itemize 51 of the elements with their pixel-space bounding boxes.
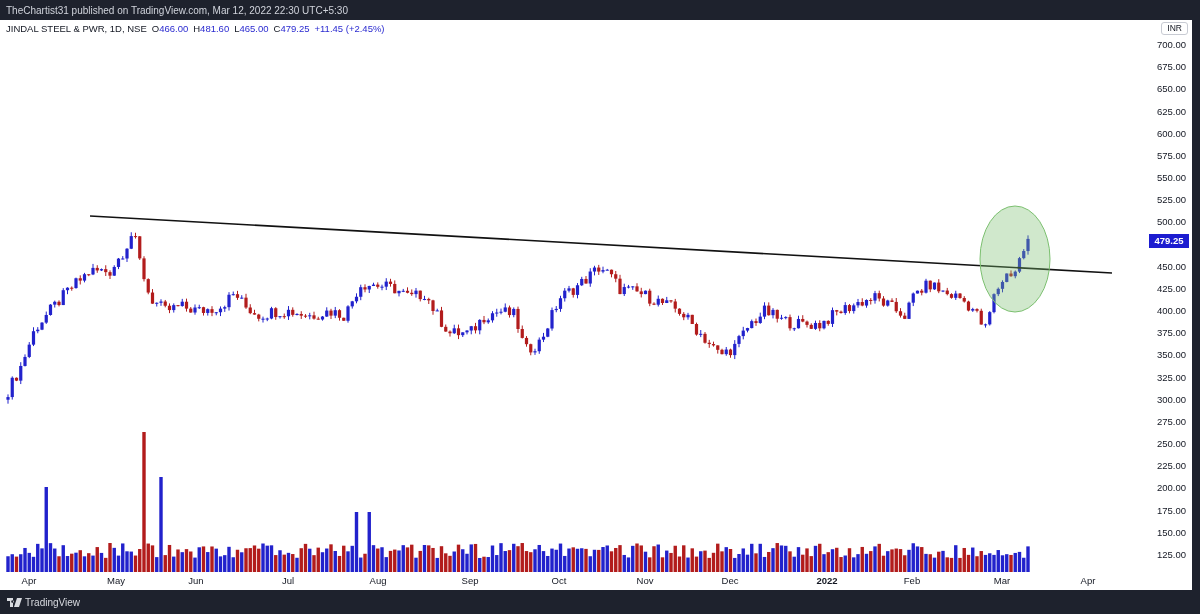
price-label: 500.00 [1156,215,1186,230]
price-label: 525.00 [1156,193,1186,208]
currency-label: INR [1161,22,1188,35]
price-label: 375.00 [1156,326,1186,341]
price-label: 150.00 [1156,525,1186,540]
time-label: Nov [635,575,655,586]
price-label: 575.00 [1156,148,1186,163]
price-label: 225.00 [1156,459,1186,474]
time-label: Sep [460,575,480,586]
time-label: Apr [1079,575,1097,586]
price-label: 425.00 [1156,281,1186,296]
logo-icon [7,597,22,607]
ohlc-value: 481.60 [200,23,230,34]
price-label: 250.00 [1156,437,1186,452]
time-label: Jun [187,575,205,586]
price-label: 675.00 [1156,60,1186,75]
price-label: 450.00 [1156,259,1186,274]
symbol-title: JINDAL STEEL & PWR, 1D, NSE [6,23,147,34]
price-label: 125.00 [1156,547,1186,562]
time-label: May [106,575,126,586]
time-label: Apr [20,575,38,586]
price-label: 600.00 [1156,126,1186,141]
price-change: +11.45 (+2.45%) [314,23,385,34]
price-label: 400.00 [1156,304,1186,319]
time-label: Aug [368,575,388,586]
price-label: 350.00 [1156,348,1186,363]
brand-name: TradingView [25,596,81,608]
price-label: 300.00 [1156,392,1186,407]
price-label: 550.00 [1156,171,1186,185]
time-label: Oct [550,575,568,586]
price-label: 625.00 [1156,104,1186,119]
price-label: 650.00 [1156,82,1186,97]
time-label: Feb [902,575,922,586]
time-label: Mar [992,575,1012,586]
ohlc-label: O [151,23,160,34]
price-label: 275.00 [1156,414,1186,429]
ohlc-value: 466.00 [159,23,189,34]
price-label: 200.00 [1156,481,1186,496]
ohlc-label: L [234,23,240,34]
time-label: Jul [280,575,296,586]
time-label: Dec [720,575,740,586]
ohlc-value: 479.25 [280,23,310,34]
price-label: 700.00 [1156,38,1186,52]
ohlc-value: 465.00 [239,23,269,34]
time-label: 2022 [815,575,839,586]
publisher-note: TheChartist31 published on TradingView.com, Mar 12, 2022 22:30 UTC+5:30 [6,4,348,16]
ohlc-label: C [273,23,281,34]
price-label: 175.00 [1156,503,1186,518]
ohlc-label: H [193,23,201,34]
last-price-badge: 479.25 [1149,233,1189,248]
price-label: 325.00 [1156,370,1186,385]
